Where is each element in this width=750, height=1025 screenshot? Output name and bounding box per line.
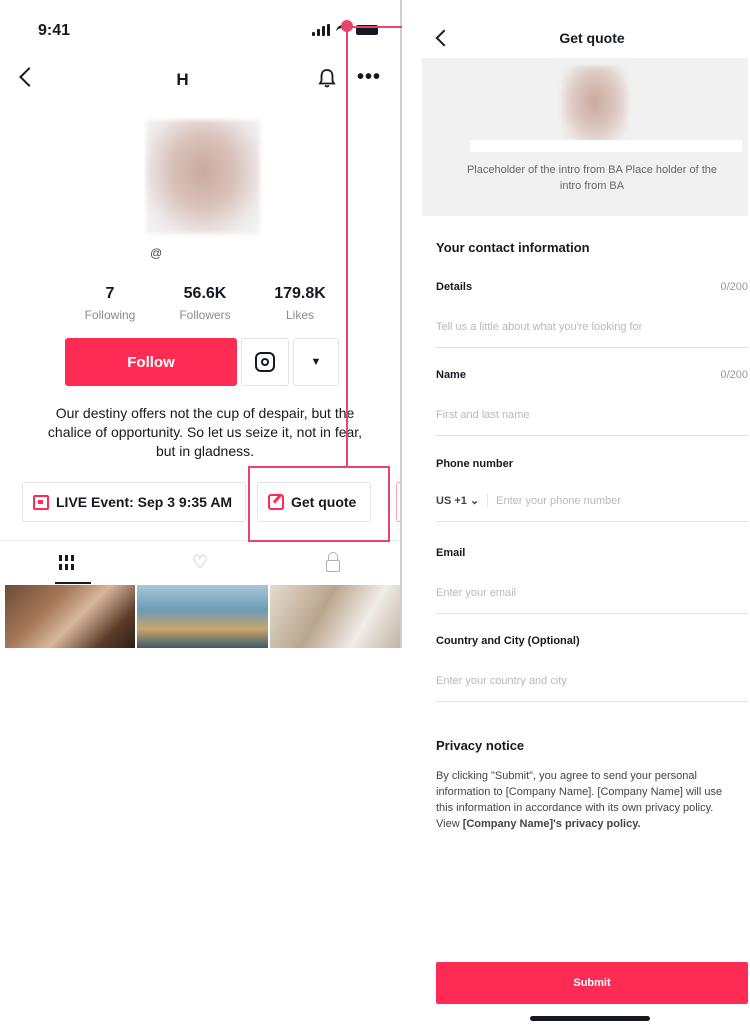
video-thumbnail[interactable] — [269, 585, 400, 648]
home-indicator — [530, 1016, 650, 1021]
profile-title: H — [176, 70, 189, 89]
instagram-icon — [255, 352, 275, 372]
page-title: Get quote — [559, 30, 625, 46]
live-event-label: LIVE Event: Sep 3 9:35 AM — [56, 494, 233, 510]
grid-icon — [59, 555, 75, 570]
chevron-down-icon: ▼ — [310, 356, 322, 368]
privacy-heading: Privacy notice — [436, 738, 525, 753]
chevron-down-icon: ⌄ — [469, 495, 480, 507]
video-grid — [5, 585, 400, 648]
profile-bio: Our destiny offers not the cup of despai… — [47, 405, 363, 459]
stat-label: Followers — [179, 308, 231, 322]
stat-value: 179.8K — [274, 285, 326, 302]
details-field[interactable]: Details 0/200 Tell us a little about wha… — [436, 281, 748, 348]
lock-icon — [326, 551, 341, 572]
annotation-line — [346, 26, 400, 28]
get-quote-screen: Get quote Placeholder of the intro from … — [402, 0, 750, 1025]
business-name-bar — [470, 140, 742, 152]
stat-label: Following — [84, 308, 136, 322]
name-field[interactable]: Name 0/200 First and last name — [436, 369, 748, 436]
stat-label: Likes — [285, 308, 314, 322]
details-input[interactable]: Tell us a little about what you're looki… — [436, 321, 748, 348]
video-thumbnail[interactable] — [137, 585, 268, 648]
field-label: Email — [436, 547, 466, 559]
email-input[interactable]: Enter your email — [436, 587, 748, 614]
stat-following[interactable]: 7 Following — [70, 285, 150, 322]
country-code-value: US +1 — [436, 495, 467, 507]
contact-heading: Your contact information — [436, 240, 590, 255]
username-handle: @ — [150, 246, 163, 260]
name-input[interactable]: First and last name — [436, 409, 748, 436]
submit-button[interactable]: Submit — [436, 962, 748, 1004]
profile-tabs: ♡ — [0, 540, 400, 584]
phone-input[interactable]: Enter your phone number — [496, 495, 621, 507]
business-intro-text: Placeholder of the intro from BA Place h… — [466, 164, 718, 192]
stat-value: 7 — [105, 285, 115, 302]
follow-button[interactable]: Follow — [65, 338, 237, 386]
instagram-button[interactable] — [241, 338, 289, 386]
tab-liked[interactable]: ♡ — [133, 541, 266, 584]
field-label: Details — [436, 281, 473, 293]
location-field[interactable]: Country and City (Optional) Enter your c… — [436, 635, 748, 702]
video-thumbnail[interactable] — [5, 585, 136, 648]
field-label: Name — [436, 369, 466, 381]
char-count: 0/200 — [720, 281, 748, 293]
profile-stats: 7 Following 56.6K Followers 179.8K Likes — [70, 285, 340, 322]
country-code-select[interactable]: US +1 ⌄ — [436, 494, 489, 507]
privacy-notice: By clicking "Submit", you agree to send … — [436, 768, 736, 832]
tab-videos[interactable] — [0, 541, 133, 584]
stat-followers[interactable]: 56.6K Followers — [165, 285, 245, 322]
live-event-chip[interactable]: LIVE Event: Sep 3 9:35 AM — [22, 482, 246, 522]
field-label: Phone number — [436, 458, 514, 470]
privacy-policy-link[interactable]: [Company Name]'s privacy policy. — [463, 818, 641, 830]
business-intro: Placeholder of the intro from BA Place h… — [422, 58, 748, 216]
business-avatar — [562, 66, 628, 146]
annotation-line — [346, 24, 348, 467]
stat-value: 56.6K — [183, 285, 227, 302]
more-icon[interactable]: ••• — [357, 67, 381, 87]
location-input[interactable]: Enter your country and city — [436, 675, 748, 702]
avatar — [146, 120, 260, 234]
signal-icon — [312, 24, 330, 36]
liked-icon: ♡ — [191, 552, 209, 572]
annotation-dot — [341, 20, 353, 32]
tab-private[interactable] — [267, 541, 400, 584]
phone-input-row: US +1 ⌄ Enter your phone number — [436, 494, 748, 522]
status-time: 9:41 — [38, 22, 71, 39]
profile-screen: 9:41 H ••• @ 7 Following 56.6K Followers… — [0, 0, 400, 648]
phone-field[interactable]: Phone number US +1 ⌄ Enter your phone nu… — [436, 458, 748, 522]
annotation-highlight — [248, 466, 390, 542]
more-options-button[interactable]: ▼ — [293, 338, 339, 386]
field-label: Country and City (Optional) — [436, 635, 580, 647]
stat-likes: 179.8K Likes — [260, 285, 340, 322]
bell-icon[interactable] — [318, 68, 336, 88]
calendar-icon — [33, 494, 49, 510]
email-field[interactable]: Email Enter your email — [436, 547, 748, 614]
char-count: 0/200 — [720, 369, 748, 381]
